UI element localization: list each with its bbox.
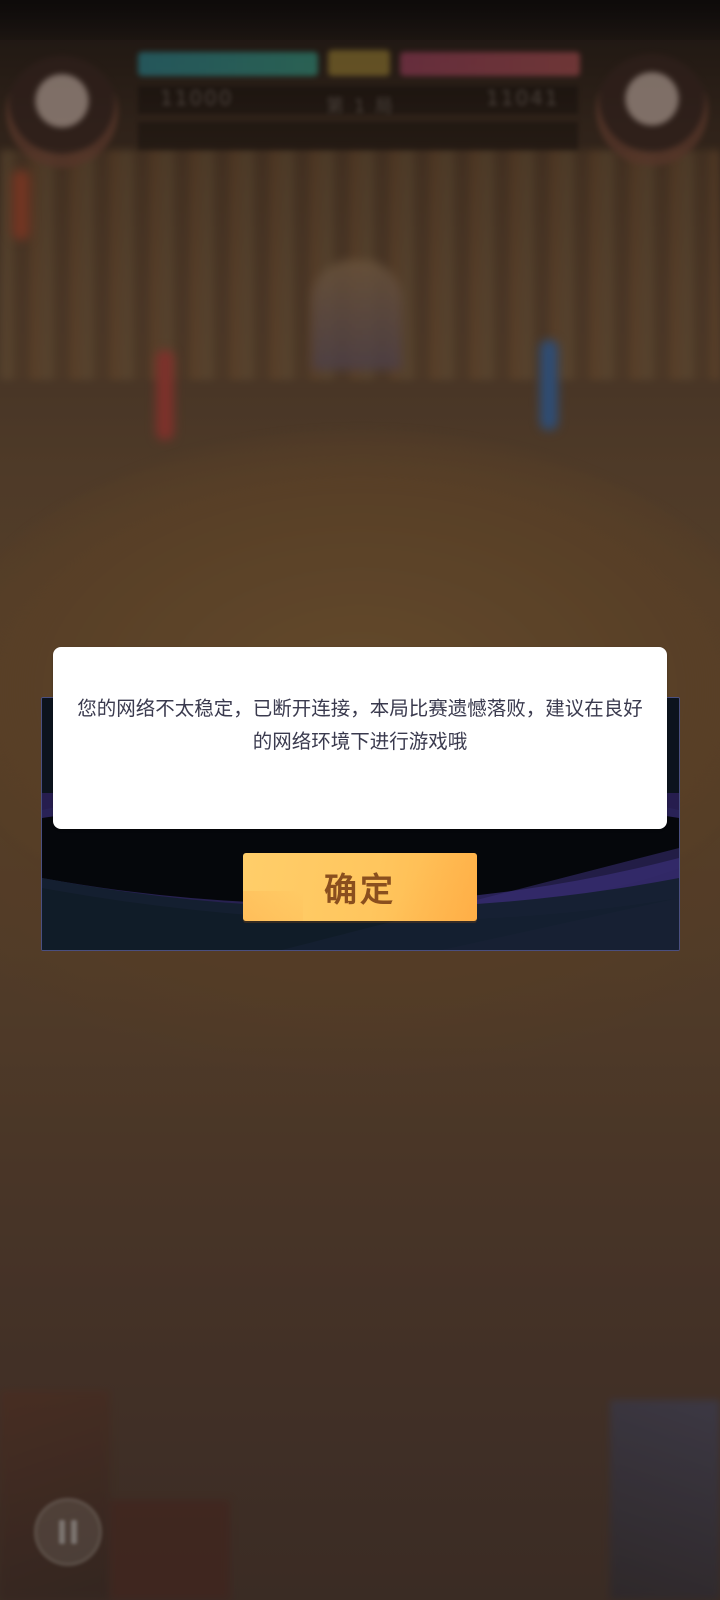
message-card: 您的网络不太稳定，已断开连接，本局比赛遗憾落败，建议在良好的网络环境下进行游戏哦 [53, 647, 667, 829]
confirm-button-label: 确定 [324, 870, 396, 909]
game-screen: 11000 11041 第 1 局 您的网络不太稳定，已断开连接，本局比赛遗憾落… [0, 0, 720, 1600]
disconnect-message: 您的网络不太稳定，已断开连接，本局比赛遗憾落败，建议在良好的网络环境下进行游戏哦 [77, 697, 643, 753]
confirm-button[interactable]: 确定 [243, 853, 477, 921]
